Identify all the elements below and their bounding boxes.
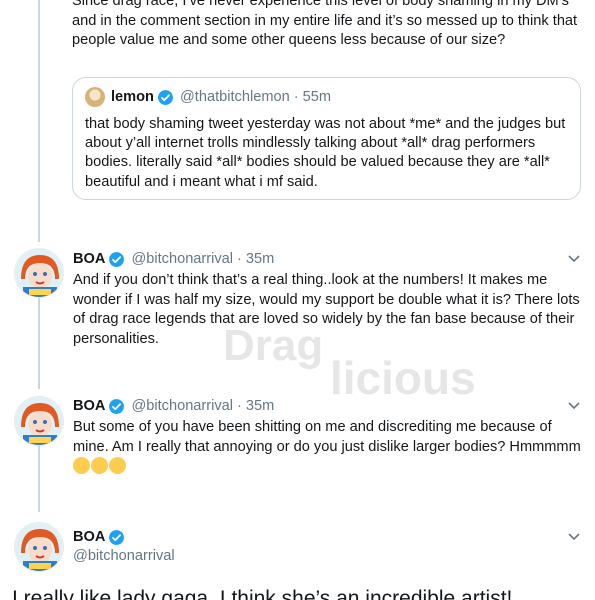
tweet-header: BOA @bitchonarrival · 35m: [73, 396, 274, 416]
woozy-face-emoji-icon: [73, 457, 90, 475]
display-name[interactable]: BOA: [73, 529, 105, 545]
verified-badge-icon: [109, 251, 125, 267]
tweet-text: Since drag race, I’ve never experience t…: [72, 0, 578, 48]
avatar[interactable]: [14, 522, 64, 572]
display-name[interactable]: BOA: [73, 251, 105, 267]
display-name[interactable]: BOA: [73, 398, 105, 414]
tweet-header: BOA: [73, 527, 131, 547]
thread-line: [38, 0, 40, 242]
verified-badge-icon: [109, 398, 125, 414]
timestamp[interactable]: 35m: [246, 398, 274, 414]
user-handle[interactable]: @bitchonarrival: [131, 251, 233, 267]
quoted-tweet-card[interactable]: lemon @thatbitchlemon · 55m that body sh…: [72, 77, 581, 200]
quoted-tweet-text: that body shaming tweet yesterday was no…: [85, 116, 566, 190]
thread-line: [38, 446, 40, 512]
timestamp[interactable]: 55m: [303, 89, 331, 105]
chevron-down-icon[interactable]: [567, 401, 581, 411]
thinking-face-emoji-icon: [109, 457, 126, 475]
chevron-down-icon[interactable]: [567, 532, 581, 542]
display-name[interactable]: lemon: [111, 89, 154, 105]
timestamp[interactable]: 35m: [246, 251, 274, 267]
tweet-text-large: I really like lady gaga. I think she’s a…: [12, 587, 513, 600]
avatar[interactable]: [14, 396, 64, 446]
tweet-header: BOA @bitchonarrival · 35m: [73, 249, 274, 269]
dot-separator: ·: [237, 398, 242, 414]
user-handle[interactable]: @bitchonarrival: [131, 398, 233, 414]
chevron-down-icon[interactable]: [567, 254, 581, 264]
hugging-face-emoji-icon: [91, 457, 108, 475]
user-handle[interactable]: @bitchonarrival: [73, 548, 175, 564]
verified-badge-icon: [158, 89, 173, 105]
tweet-text: And if you don’t think that’s a real thi…: [73, 272, 580, 347]
verified-badge-icon: [109, 529, 125, 545]
dot-separator: ·: [237, 251, 242, 267]
avatar[interactable]: [14, 248, 64, 298]
avatar[interactable]: [85, 87, 105, 107]
dot-separator: ·: [293, 89, 299, 105]
quoted-tweet-header: lemon @thatbitchlemon · 55m: [85, 87, 568, 107]
watermark-text-bottom: licious: [330, 352, 476, 404]
thread-line: [38, 297, 40, 389]
tweet-text: But some of you have been shitting on me…: [73, 419, 581, 455]
user-handle[interactable]: @thatbitchlemon: [180, 89, 290, 105]
tweet-text-block: But some of you have been shitting on me…: [73, 418, 583, 478]
